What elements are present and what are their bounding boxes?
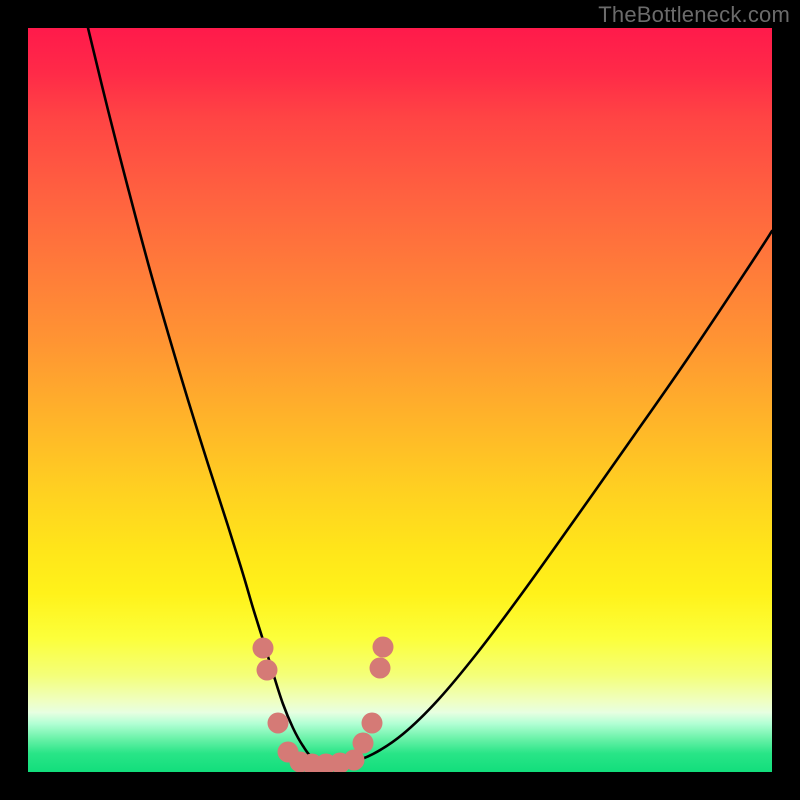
curve-marker [353,733,374,754]
curve-marker [253,638,274,659]
curve-marker [362,713,383,734]
curve-marker [268,713,289,734]
curve-marker [370,658,391,679]
watermark-text: TheBottleneck.com [598,2,790,28]
curve-svg [28,28,772,772]
bottleneck-curve [88,28,772,765]
curve-marker [257,660,278,681]
chart-plot-area [28,28,772,772]
curve-markers [253,637,394,773]
curve-marker [373,637,394,658]
